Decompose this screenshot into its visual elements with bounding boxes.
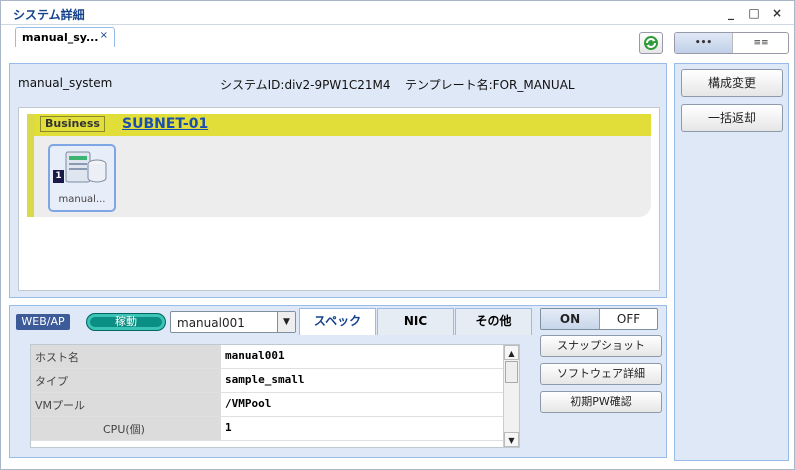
- refresh-icon: [644, 36, 658, 50]
- icon-view-button[interactable]: •••: [675, 33, 732, 53]
- segment-badge: Business: [40, 116, 105, 132]
- initial-password-button[interactable]: 初期PW確認: [540, 391, 662, 413]
- row-key: ホスト名: [31, 345, 221, 368]
- scroll-thumb[interactable]: [505, 361, 518, 383]
- power-off-button[interactable]: OFF: [599, 309, 657, 329]
- role-badge: WEB/AP: [16, 314, 70, 330]
- window-title: システム詳細: [13, 8, 85, 22]
- bulk-return-button[interactable]: 一括返却: [681, 104, 783, 132]
- system-id: システムID:div2-9PW1C21M4: [220, 78, 391, 92]
- scroll-up-icon[interactable]: ▲: [504, 345, 519, 360]
- list-view-button[interactable]: ≡≡: [732, 33, 788, 53]
- table-row: VMプール /VMPool: [31, 393, 503, 417]
- power-on-button[interactable]: ON: [541, 309, 599, 329]
- table-row: ホスト名 manual001: [31, 345, 503, 369]
- status-badge: 稼動: [86, 313, 166, 331]
- row-key: CPU(個): [31, 417, 221, 440]
- template-name: テンプレート名:FOR_MANUAL: [405, 78, 575, 92]
- spec-table: ホスト名 manual001 タイプ sample_small VMプール /V…: [30, 344, 520, 448]
- host-select-value: manual001: [177, 316, 245, 330]
- chevron-down-icon[interactable]: ▼: [277, 312, 295, 332]
- row-key: タイプ: [31, 369, 221, 392]
- minimize-button[interactable]: _: [723, 5, 739, 21]
- node-label: manual...: [58, 194, 106, 205]
- scroll-down-icon[interactable]: ▼: [504, 432, 519, 447]
- view-toggle: ••• ≡≡: [674, 32, 789, 54]
- subnet-link[interactable]: SUBNET-01: [122, 116, 208, 132]
- row-value: manual001: [225, 349, 285, 362]
- system-detail-window: システム詳細 _ □ × manual_sy... × ••• ≡≡ manua…: [0, 0, 795, 470]
- row-value: sample_small: [225, 373, 305, 386]
- tab-close-icon[interactable]: ×: [100, 30, 108, 41]
- server-detail-panel: WEB/AP 稼動 manual001 ▼ スペック NIC その他 ホスト名 …: [9, 305, 667, 458]
- table-row: CPU(個) 1: [31, 417, 503, 441]
- system-overview-panel: manual_system システムID:div2-9PW1C21M4 テンプレ…: [9, 63, 667, 298]
- tab-nic[interactable]: NIC: [377, 308, 454, 335]
- subnet-header: Business SUBNET-01: [34, 114, 651, 136]
- subnet-segment: Business SUBNET-01 1 manual...: [27, 114, 651, 217]
- software-detail-button[interactable]: ソフトウェア詳細: [540, 363, 662, 385]
- table-scrollbar[interactable]: ▲ ▼: [503, 345, 519, 447]
- row-value: /VMPool: [225, 397, 272, 410]
- node-count-badge: 1: [53, 170, 64, 183]
- tab-other[interactable]: その他: [455, 308, 532, 335]
- server-node[interactable]: 1 manual...: [48, 144, 116, 212]
- snapshot-button[interactable]: スナップショット: [540, 335, 662, 357]
- row-key: VMプール: [31, 393, 221, 416]
- tab-manual-system[interactable]: manual_sy... ×: [15, 27, 115, 47]
- host-select[interactable]: manual001 ▼: [170, 311, 296, 333]
- title-bar: システム詳細 _ □ ×: [1, 1, 794, 25]
- network-canvas: Business SUBNET-01 1 manual...: [18, 107, 660, 291]
- reconfigure-button[interactable]: 構成変更: [681, 69, 783, 97]
- close-button[interactable]: ×: [769, 5, 785, 21]
- refresh-button[interactable]: [639, 32, 663, 54]
- system-name: manual_system: [18, 76, 113, 90]
- tab-spec[interactable]: スペック: [299, 308, 376, 335]
- row-value: 1: [225, 421, 232, 434]
- table-row: タイプ sample_small: [31, 369, 503, 393]
- tab-label: manual_sy...: [22, 31, 99, 44]
- power-toggle: ON OFF: [540, 308, 658, 330]
- server-icon: [65, 151, 107, 183]
- action-panel: 構成変更 一括返却: [674, 63, 789, 461]
- maximize-button[interactable]: □: [746, 5, 762, 21]
